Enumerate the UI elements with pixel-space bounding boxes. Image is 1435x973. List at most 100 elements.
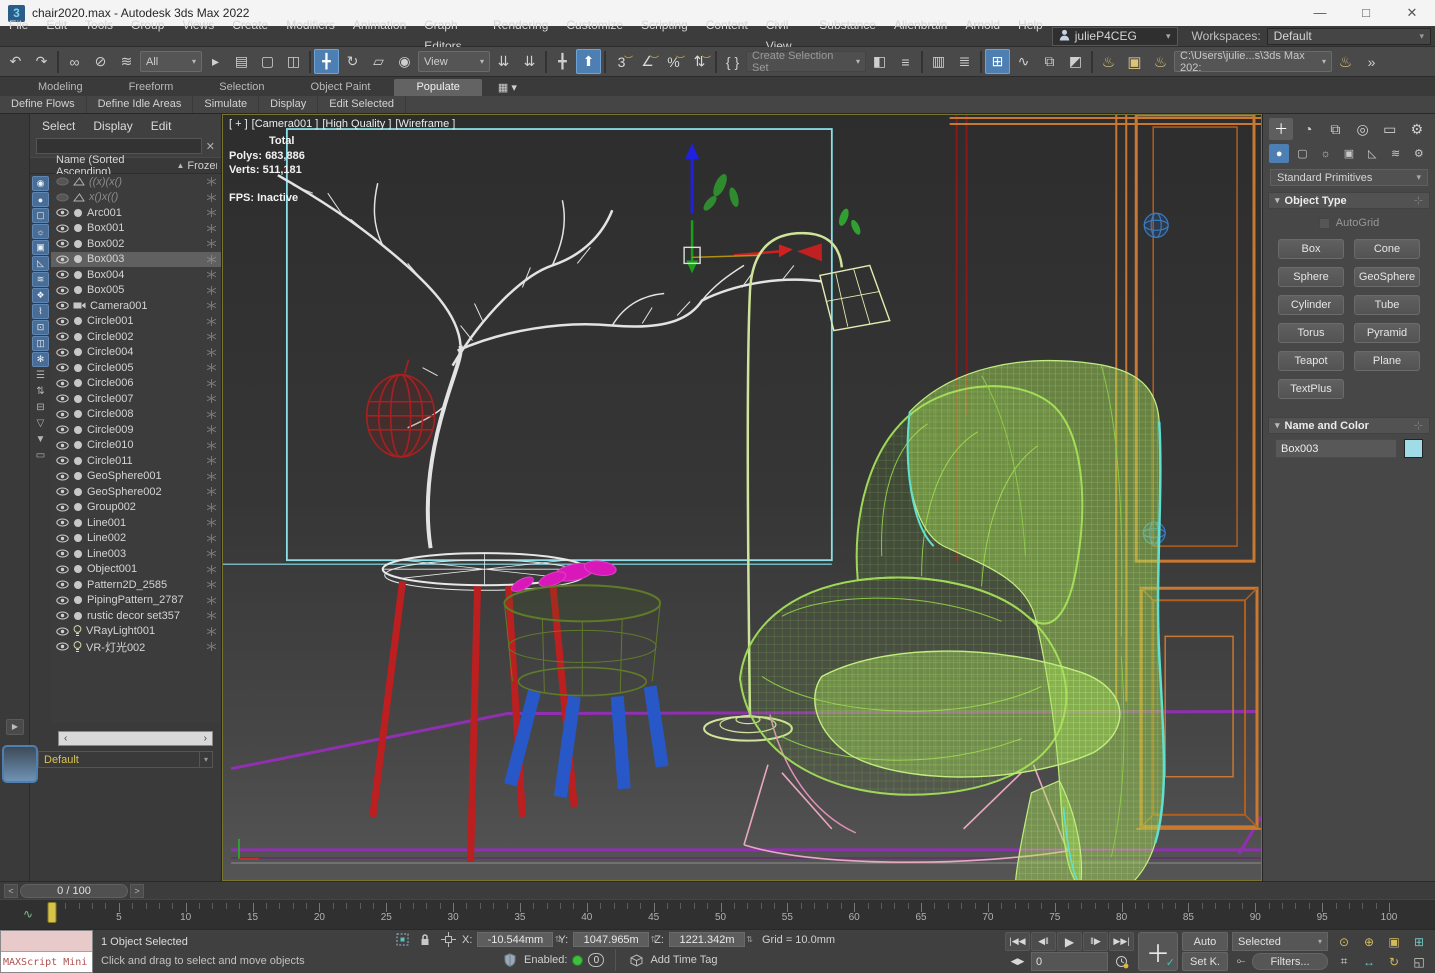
filter-materials[interactable]: ◫ bbox=[32, 336, 49, 351]
layer-dropdown-stepper[interactable]: ▾ bbox=[200, 751, 213, 768]
zoom-button[interactable]: ⊙ bbox=[1332, 932, 1356, 951]
explorer-row[interactable]: GeoSphere001 bbox=[51, 469, 221, 485]
eye-icon[interactable] bbox=[56, 317, 69, 326]
next-frame-button[interactable]: ‖▶ bbox=[1083, 932, 1108, 951]
cameras-category[interactable]: ▣ bbox=[1339, 144, 1359, 163]
use-center-flyout-button[interactable]: ⇊ bbox=[517, 49, 542, 74]
eye-icon[interactable] bbox=[56, 627, 69, 636]
align-button[interactable]: ≡ bbox=[893, 49, 918, 74]
mini-curve-editor-button[interactable]: ∿ bbox=[14, 905, 42, 923]
toolbar-button[interactable] bbox=[715, 50, 717, 73]
snow-icon[interactable] bbox=[207, 285, 221, 295]
zoom-all-button[interactable]: ⊕ bbox=[1357, 932, 1381, 951]
create-tab[interactable]: ＋ bbox=[1269, 118, 1294, 140]
select-and-place-button[interactable]: ◉ bbox=[392, 49, 417, 74]
torus-button[interactable]: Torus bbox=[1278, 323, 1344, 343]
percent-snap-button[interactable]: % bbox=[661, 49, 686, 74]
orbit-button[interactable]: ↻ bbox=[1382, 952, 1406, 971]
snow-icon[interactable] bbox=[207, 502, 221, 512]
snow-icon[interactable] bbox=[207, 332, 221, 342]
snow-icon[interactable] bbox=[207, 270, 221, 280]
explorer-row[interactable]: Circle004 bbox=[51, 345, 221, 361]
select-and-manipulate-button[interactable]: ╋ bbox=[550, 49, 575, 74]
select-and-link-button[interactable]: ∞ bbox=[62, 49, 87, 74]
autogrid-checkbox[interactable] bbox=[1318, 217, 1330, 229]
snow-icon[interactable] bbox=[207, 642, 221, 652]
enabled-indicator[interactable] bbox=[572, 954, 584, 966]
filter-funnel[interactable]: ▽ bbox=[32, 416, 49, 431]
teapot-button[interactable]: Teapot bbox=[1278, 351, 1344, 371]
explorer-row[interactable]: Box005 bbox=[51, 283, 221, 299]
populate-define-flows[interactable]: Define Flows bbox=[0, 96, 87, 113]
ribbon-tab-freeform[interactable]: Freeform bbox=[107, 79, 196, 96]
unlink-selection-button[interactable]: ⊘ bbox=[88, 49, 113, 74]
render-setup-button[interactable]: ♨ bbox=[1096, 49, 1121, 74]
explorer-row[interactable]: Circle010 bbox=[51, 438, 221, 454]
snow-icon[interactable] bbox=[207, 301, 221, 311]
explorer-row[interactable]: Arc001 bbox=[51, 205, 221, 221]
toolbar-button[interactable] bbox=[545, 50, 547, 73]
eye-icon[interactable] bbox=[56, 503, 69, 512]
viewport-camera-menu[interactable]: [Camera001 ] bbox=[252, 118, 319, 130]
ribbon-camera-menu[interactable]: ▦ ▾ bbox=[498, 81, 517, 96]
eye-icon[interactable] bbox=[56, 301, 69, 310]
geosphere-button[interactable]: GeoSphere bbox=[1354, 267, 1420, 287]
select-object-button[interactable]: ▸ bbox=[203, 49, 228, 74]
snow-icon[interactable] bbox=[207, 223, 221, 233]
key-filter-curve-icon[interactable]: ⟜ bbox=[1232, 952, 1250, 971]
explorer-row[interactable]: Camera001 bbox=[51, 298, 221, 314]
time-slider-handle[interactable] bbox=[47, 902, 57, 923]
eye-icon[interactable] bbox=[56, 239, 69, 248]
eye-icon[interactable] bbox=[56, 580, 69, 589]
snow-icon[interactable] bbox=[207, 626, 221, 636]
maxscript-mini-listener[interactable]: MAXScript Mini bbox=[0, 930, 93, 973]
bind-to-space-warp-button[interactable]: ≋ bbox=[114, 49, 139, 74]
set-key-button[interactable]: Set K. bbox=[1182, 952, 1228, 971]
explorer-row[interactable]: VR-灯光002 bbox=[51, 639, 221, 655]
key-selection-dropdown[interactable]: Selected ▾ bbox=[1232, 932, 1328, 951]
explorer-row[interactable]: Line003 bbox=[51, 546, 221, 562]
motion-tab[interactable]: ◎ bbox=[1351, 118, 1375, 140]
key-mode-clock-icon[interactable] bbox=[1109, 952, 1134, 971]
explorer-row[interactable]: rustic decor set357 bbox=[51, 608, 221, 624]
active-layer-dropdown[interactable]: Default bbox=[38, 751, 200, 768]
explorer-horizontal-scrollbar[interactable]: ‹ › bbox=[58, 731, 213, 746]
eye-icon[interactable] bbox=[56, 208, 69, 217]
selection-filter-dropdown[interactable]: All bbox=[140, 51, 202, 72]
y-coordinate-field[interactable]: 1047.965m ⇅ bbox=[573, 932, 657, 947]
spinner-snap-button[interactable]: ⇅ bbox=[687, 49, 712, 74]
user-account-dropdown[interactable]: julieP4CEG ▾ bbox=[1051, 26, 1178, 46]
toolbar-overflow-button[interactable]: » bbox=[1359, 49, 1384, 74]
snow-icon[interactable] bbox=[207, 177, 221, 187]
eye-icon[interactable] bbox=[56, 394, 69, 403]
toolbar-button[interactable] bbox=[980, 50, 982, 73]
filter-display-all[interactable]: ◉ bbox=[32, 176, 49, 191]
filter-lights[interactable]: ☼ bbox=[32, 224, 49, 239]
zoom-region-button[interactable]: ⌗ bbox=[1332, 952, 1356, 971]
explorer-row[interactable]: Circle009 bbox=[51, 422, 221, 438]
notification-counter[interactable]: 0 bbox=[588, 953, 605, 967]
set-keys-button[interactable]: ＋ ✓ bbox=[1138, 932, 1178, 971]
toolbar-button[interactable] bbox=[57, 50, 59, 73]
pick-container[interactable]: ▭ bbox=[32, 448, 49, 463]
explorer-row[interactable]: Object001 bbox=[51, 562, 221, 578]
eye-icon[interactable] bbox=[56, 596, 69, 605]
snow-icon[interactable] bbox=[207, 518, 221, 528]
window-crossing-button[interactable]: ◫ bbox=[281, 49, 306, 74]
ribbon-tab-selection[interactable]: Selection bbox=[197, 79, 286, 96]
eye-icon[interactable] bbox=[56, 472, 69, 481]
eye-icon[interactable] bbox=[56, 348, 69, 357]
frame-step-spinner[interactable]: ◀▶ bbox=[1005, 952, 1030, 971]
scroll-right-icon[interactable]: › bbox=[199, 733, 212, 744]
render-production-button[interactable]: ♨ bbox=[1148, 49, 1173, 74]
close-button[interactable]: ✕ bbox=[1389, 0, 1435, 26]
snow-icon[interactable] bbox=[207, 208, 221, 218]
populate-display[interactable]: Display bbox=[259, 96, 319, 113]
snaps-toggle-3d-button[interactable]: 3 bbox=[609, 49, 634, 74]
clear-search-icon[interactable]: ✕ bbox=[206, 140, 215, 153]
z-coordinate-field[interactable]: 1221.342m ⇅ bbox=[668, 932, 753, 947]
populate-edit-selected[interactable]: Edit Selected bbox=[318, 96, 407, 113]
filter-cameras[interactable]: ▣ bbox=[32, 240, 49, 255]
toolbar-button[interactable] bbox=[604, 50, 606, 73]
explorer-row[interactable]: Circle002 bbox=[51, 329, 221, 345]
